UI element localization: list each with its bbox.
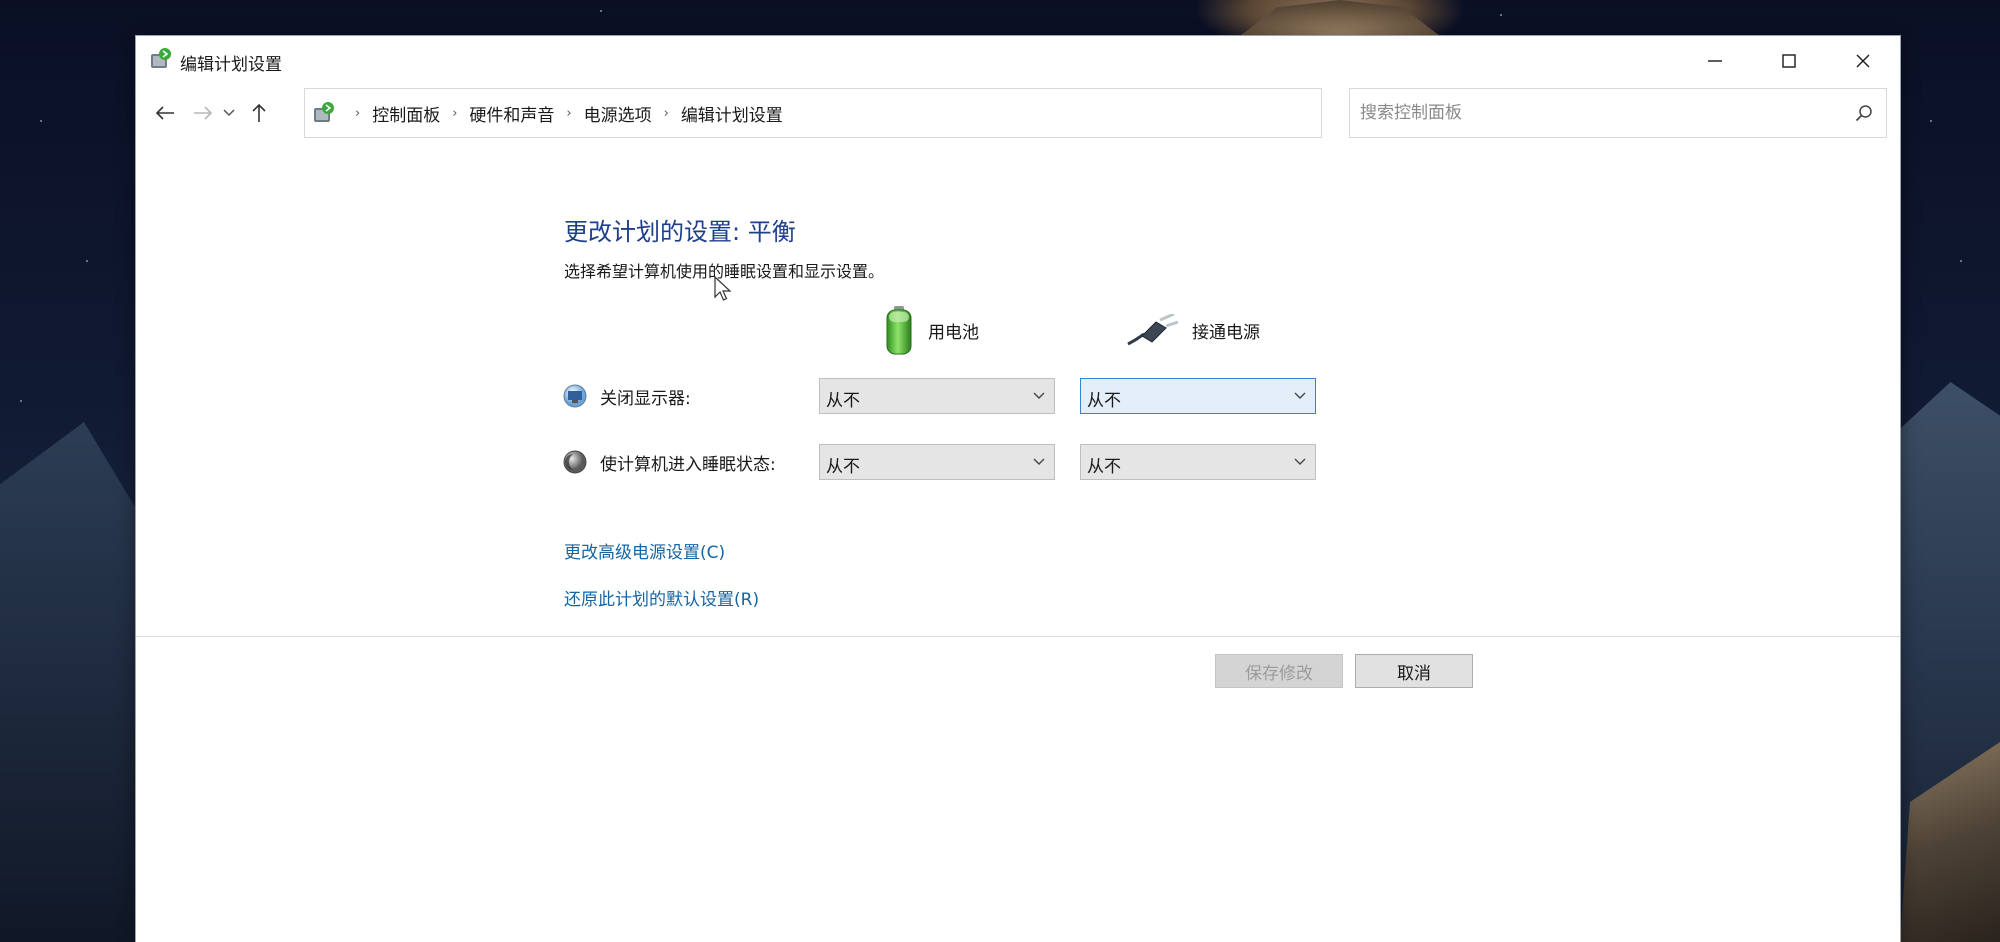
cancel-button[interactable]: 取消: [1355, 654, 1473, 688]
chevron-right-icon[interactable]: ›: [566, 106, 571, 121]
chevron-right-icon[interactable]: ›: [664, 106, 669, 121]
close-button[interactable]: [1826, 36, 1900, 86]
back-button[interactable]: [148, 96, 182, 130]
display-off-battery-select[interactable]: 从不: [819, 378, 1055, 414]
wallpaper-figure: [1240, 0, 1440, 36]
star: [40, 120, 42, 122]
recent-locations-button[interactable]: [218, 96, 240, 130]
star: [1960, 260, 1962, 262]
setting-row-display-off: 关闭显示器:: [562, 378, 691, 414]
address-bar[interactable]: › 控制面板 › 硬件和声音 › 电源选项 › 编辑计划设置: [304, 88, 1483, 138]
breadcrumb: › 控制面板 › 硬件和声音 › 电源选项 › 编辑计划设置: [343, 89, 783, 137]
monitor-icon: [563, 384, 587, 408]
breadcrumb-control-panel[interactable]: 控制面板: [372, 101, 440, 126]
star: [600, 10, 602, 12]
maximize-icon: [1782, 54, 1796, 68]
main-content: 更改计划的设置: 平衡 选择希望计算机使用的睡眠设置和显示设置。 用电池 接通电…: [136, 142, 1900, 942]
power-options-icon: [151, 48, 171, 68]
arrow-up-icon: [252, 103, 266, 122]
moon-sleep-icon: [563, 450, 587, 474]
wallpaper-mountain-left: [0, 422, 140, 942]
advanced-power-settings-link[interactable]: 更改高级电源设置(C): [564, 538, 725, 563]
minimize-button[interactable]: [1678, 36, 1752, 86]
setting-label-sleep: 使计算机进入睡眠状态:: [600, 454, 776, 475]
minimize-icon: [1708, 60, 1722, 62]
maximize-button[interactable]: [1752, 36, 1826, 86]
chevron-down-icon: [1032, 451, 1046, 473]
up-button[interactable]: [242, 96, 276, 130]
select-value: 从不: [1087, 457, 1121, 477]
chevron-down-icon: [223, 109, 235, 117]
save-changes-button[interactable]: 保存修改: [1215, 654, 1343, 688]
sleep-battery-select[interactable]: 从不: [819, 444, 1055, 480]
search-icon[interactable]: [1852, 101, 1876, 125]
select-value: 从不: [1087, 391, 1121, 411]
divider: [136, 636, 1900, 637]
window-title: 编辑计划设置: [180, 55, 282, 75]
star: [1930, 120, 1932, 122]
power-plug-icon: [1127, 314, 1178, 346]
chevron-down-icon: [1032, 385, 1046, 407]
star: [86, 260, 88, 262]
star: [1500, 14, 1502, 16]
edit-plan-settings-window: 编辑计划设置 › 控制面板 › 硬件和声音 › 电源选项 › 编辑计划设置 搜索…: [136, 36, 1900, 942]
star: [20, 400, 22, 402]
breadcrumb-hardware-sound[interactable]: 硬件和声音: [469, 101, 554, 126]
display-off-plugged-select[interactable]: 从不: [1080, 378, 1316, 414]
page-title: 更改计划的设置: 平衡: [564, 218, 796, 246]
select-value: 从不: [826, 457, 860, 477]
sleep-plugged-select[interactable]: 从不: [1080, 444, 1316, 480]
forward-button[interactable]: [186, 96, 220, 130]
column-header-plugged-in: 接通电源: [1126, 304, 1260, 356]
arrow-right-icon: [194, 106, 213, 120]
search-box: [1349, 88, 1887, 138]
title-bar[interactable]: 编辑计划设置: [136, 36, 1900, 86]
chevron-down-icon: [1293, 451, 1307, 473]
battery-icon: [886, 306, 912, 355]
setting-label-display-off: 关闭显示器:: [600, 388, 691, 409]
restore-defaults-link[interactable]: 还原此计划的默认设置(R): [564, 585, 759, 610]
breadcrumb-edit-plan-settings[interactable]: 编辑计划设置: [681, 101, 783, 126]
column-header-battery: 用电池: [884, 304, 979, 356]
arrow-left-icon: [155, 106, 174, 120]
chevron-down-icon: [1293, 385, 1307, 407]
search-input[interactable]: [1360, 89, 1840, 137]
navigation-bar: › 控制面板 › 硬件和声音 › 电源选项 › 编辑计划设置: [136, 88, 1900, 142]
setting-row-sleep: 使计算机进入睡眠状态:: [562, 444, 776, 480]
plugged-in-column-label: 接通电源: [1192, 322, 1260, 343]
battery-column-label: 用电池: [928, 322, 979, 343]
chevron-right-icon: ›: [355, 105, 361, 121]
chevron-right-icon[interactable]: ›: [452, 106, 457, 121]
mouse-cursor-icon: [714, 276, 732, 301]
control-panel-icon: [314, 102, 334, 122]
select-value: 从不: [826, 391, 860, 411]
breadcrumb-power-options[interactable]: 电源选项: [584, 101, 652, 126]
close-icon: [1856, 54, 1870, 68]
